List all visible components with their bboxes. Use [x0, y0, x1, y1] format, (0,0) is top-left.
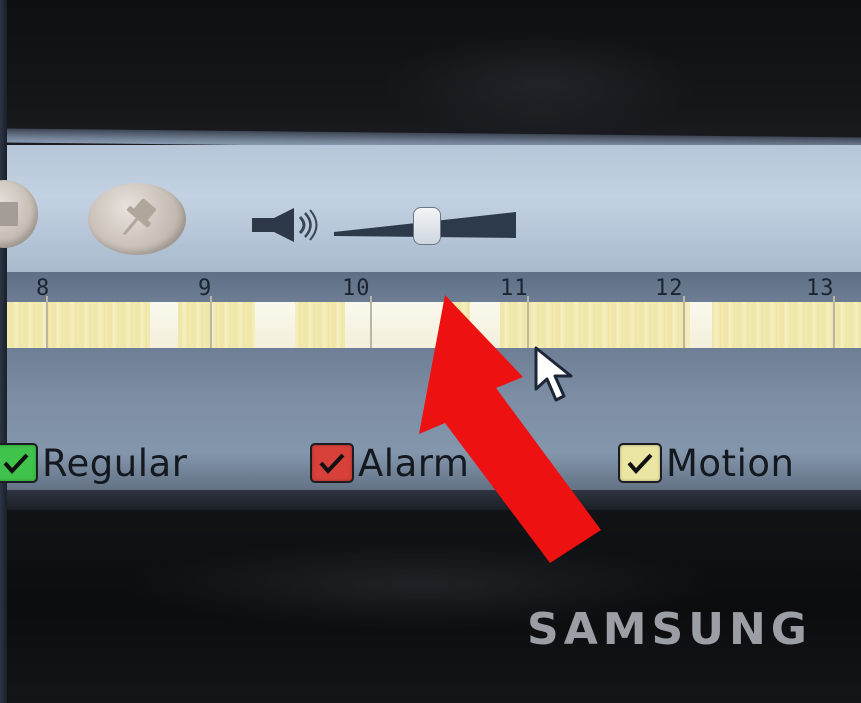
checkmark-icon: [627, 453, 653, 474]
alarm-checkbox[interactable]: [310, 443, 354, 483]
checkmark-icon: [319, 453, 345, 474]
legend-label: Regular: [42, 441, 188, 485]
legend-label: Motion: [666, 441, 795, 485]
stop-button[interactable]: [0, 180, 38, 248]
pushpin-icon: [122, 198, 156, 236]
checkmark-icon: [3, 453, 29, 474]
timeline-tick-mark: [833, 296, 835, 350]
monitor-brand-logo: SAMSUNG: [527, 604, 812, 655]
recording-gap: [150, 302, 178, 348]
timeline-tick-mark: [210, 296, 212, 350]
legend-regular[interactable]: Regular: [0, 440, 187, 486]
speaker-icon[interactable]: [250, 205, 330, 245]
timeline-tick-mark: [46, 296, 48, 350]
legend-motion[interactable]: Motion: [618, 440, 794, 486]
timeline-tick-label: 10: [342, 276, 371, 301]
regular-checkbox[interactable]: [0, 443, 38, 483]
stop-icon: [0, 202, 18, 226]
recording-gap: [255, 302, 295, 348]
timeline-tick-mark: [683, 296, 685, 350]
monitor-glare: [380, 30, 700, 140]
timeline-tick-label: 8: [36, 276, 51, 301]
motion-checkbox[interactable]: [618, 443, 662, 483]
recording-gap: [690, 302, 712, 348]
timeline-tick-label: 13: [806, 276, 835, 301]
photo-frame: 8 9 10 11 12 13 Regular Alarm Motion SAM…: [0, 0, 861, 703]
timeline-tick-mark: [370, 296, 372, 350]
photo-left-edge: [0, 0, 7, 703]
volume-slider-handle[interactable]: [413, 207, 441, 245]
annotation-arrow-icon: [419, 295, 601, 563]
pin-button[interactable]: [88, 183, 186, 255]
timeline-tick-label: 12: [655, 276, 684, 301]
